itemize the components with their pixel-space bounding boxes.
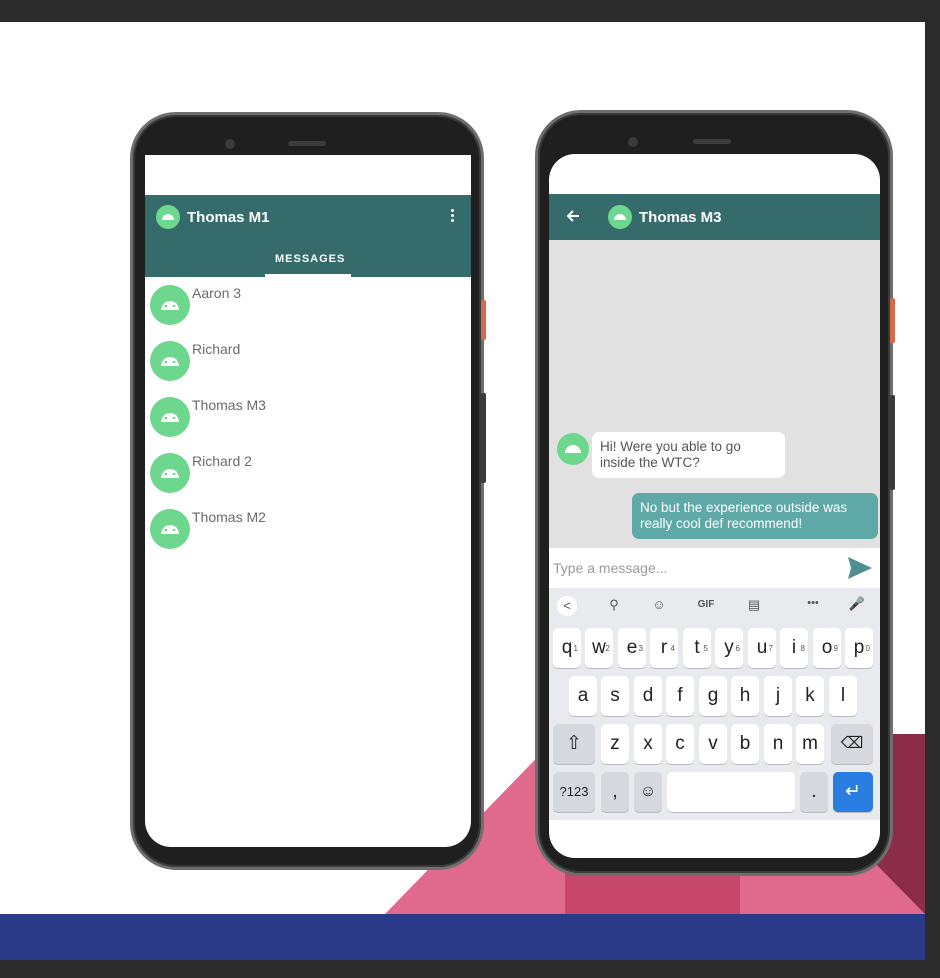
key[interactable]: m [796,724,824,764]
contact-name: Richard [192,341,241,357]
android-icon [162,214,174,220]
backspace-key[interactable]: ⌫ [831,724,873,764]
overflow-menu-icon[interactable] [451,207,457,227]
key[interactable]: i8 [780,628,808,668]
collapse-icon[interactable]: < [557,596,577,616]
sender-avatar [557,433,589,465]
soft-keyboard: < ⚲ ☺ GIF ▤ ••• 🎤 q1 w2 e3 r4 t5 y6 u7 i [549,588,880,820]
android-icon [161,469,179,478]
key[interactable]: h [731,676,759,716]
right-phone: Thomas M3 Hi! Were you able to go inside… [535,110,895,876]
key[interactable]: l [829,676,857,716]
footer-banner [0,914,925,960]
volume-button [481,393,486,483]
clipboard-icon[interactable]: ▤ [744,597,764,613]
key[interactable]: f [666,676,694,716]
contact-item[interactable]: Richard 2 [145,449,471,505]
comma-key[interactable]: , [601,772,629,812]
contact-item[interactable]: Richard [145,337,471,393]
key[interactable]: b [731,724,759,764]
front-camera [628,137,638,147]
mic-icon[interactable]: 🎤 [847,596,867,612]
power-button [481,300,486,340]
key[interactable]: s [601,676,629,716]
key[interactable]: z [601,724,629,764]
sticker-icon[interactable]: ☺ [649,597,669,612]
slide-canvas: Thomas M1 MESSAGES Aaron 3 Richard Thoma… [0,22,925,960]
android-icon [614,214,626,220]
contact-avatar [150,285,190,325]
left-phone: Thomas M1 MESSAGES Aaron 3 Richard Thoma… [130,112,486,870]
chat-avatar [608,205,632,229]
key[interactable]: r4 [650,628,678,668]
left-screen: Thomas M1 MESSAGES Aaron 3 Richard Thoma… [145,155,471,847]
user-avatar [156,205,180,229]
more-icon[interactable]: ••• [801,597,825,609]
front-camera [225,139,235,149]
contact-avatar [150,397,190,437]
tab-indicator [265,274,351,277]
chat-title: Thomas M3 [639,209,722,226]
contact-item[interactable]: Thomas M3 [145,393,471,449]
contact-name: Aaron 3 [192,285,242,301]
search-icon[interactable]: ⚲ [604,597,624,613]
user-name: Thomas M1 [187,209,270,226]
contact-item[interactable]: Thomas M2 [145,505,471,561]
key[interactable]: q1 [553,628,581,668]
key[interactable]: o9 [813,628,841,668]
gif-button[interactable]: GIF [694,599,718,610]
right-screen: Thomas M3 Hi! Were you able to go inside… [549,154,880,858]
key[interactable]: a [569,676,597,716]
outgoing-message: No but the experience outside was really… [632,493,878,539]
volume-button [890,395,895,490]
key[interactable]: t5 [683,628,711,668]
contact-avatar [150,453,190,493]
speaker-grille [288,141,326,146]
contact-avatar [150,341,190,381]
key[interactable]: d [634,676,662,716]
key[interactable]: n [764,724,792,764]
key[interactable]: k [796,676,824,716]
period-key[interactable]: . [800,772,828,812]
message-input[interactable]: Type a message... [553,560,667,576]
android-icon [565,445,581,453]
android-icon [161,301,179,310]
symbols-key[interactable]: ?123 [553,772,595,812]
android-icon [161,357,179,366]
space-bar[interactable] [667,772,795,812]
speaker-grille [693,139,731,144]
key[interactable]: v [699,724,727,764]
tab-messages[interactable]: MESSAGES [275,253,345,265]
key[interactable]: g [699,676,727,716]
key[interactable]: j [764,676,792,716]
contact-name: Richard 2 [192,453,252,469]
keyboard-toolbar: < ⚲ ☺ GIF ▤ ••• 🎤 [549,588,880,622]
key[interactable]: w2 [585,628,613,668]
power-button [890,298,895,343]
key[interactable]: y6 [715,628,743,668]
key[interactable]: e3 [618,628,646,668]
contact-avatar [150,509,190,549]
contact-item[interactable]: Aaron 3 [145,281,471,337]
contact-name: Thomas M2 [192,509,266,525]
send-icon[interactable] [846,555,874,581]
key[interactable]: x [634,724,662,764]
left-app-bar: Thomas M1 MESSAGES [145,195,471,277]
chat-app-bar: Thomas M3 [549,194,880,240]
android-icon [161,525,179,534]
chat-area: Hi! Were you able to go inside the WTC? … [549,240,880,548]
key[interactable]: u7 [748,628,776,668]
contact-name: Thomas M3 [192,397,266,413]
key[interactable]: c [666,724,694,764]
android-icon [161,413,179,422]
incoming-message: Hi! Were you able to go inside the WTC? [592,432,785,478]
emoji-key[interactable]: ☺ [634,772,662,812]
shift-key[interactable]: ⇧ [553,724,595,764]
key[interactable]: p0 [845,628,873,668]
message-composer: Type a message... [549,548,880,588]
arrow-back-icon[interactable] [563,206,583,226]
enter-key[interactable]: ↵ [833,772,873,812]
